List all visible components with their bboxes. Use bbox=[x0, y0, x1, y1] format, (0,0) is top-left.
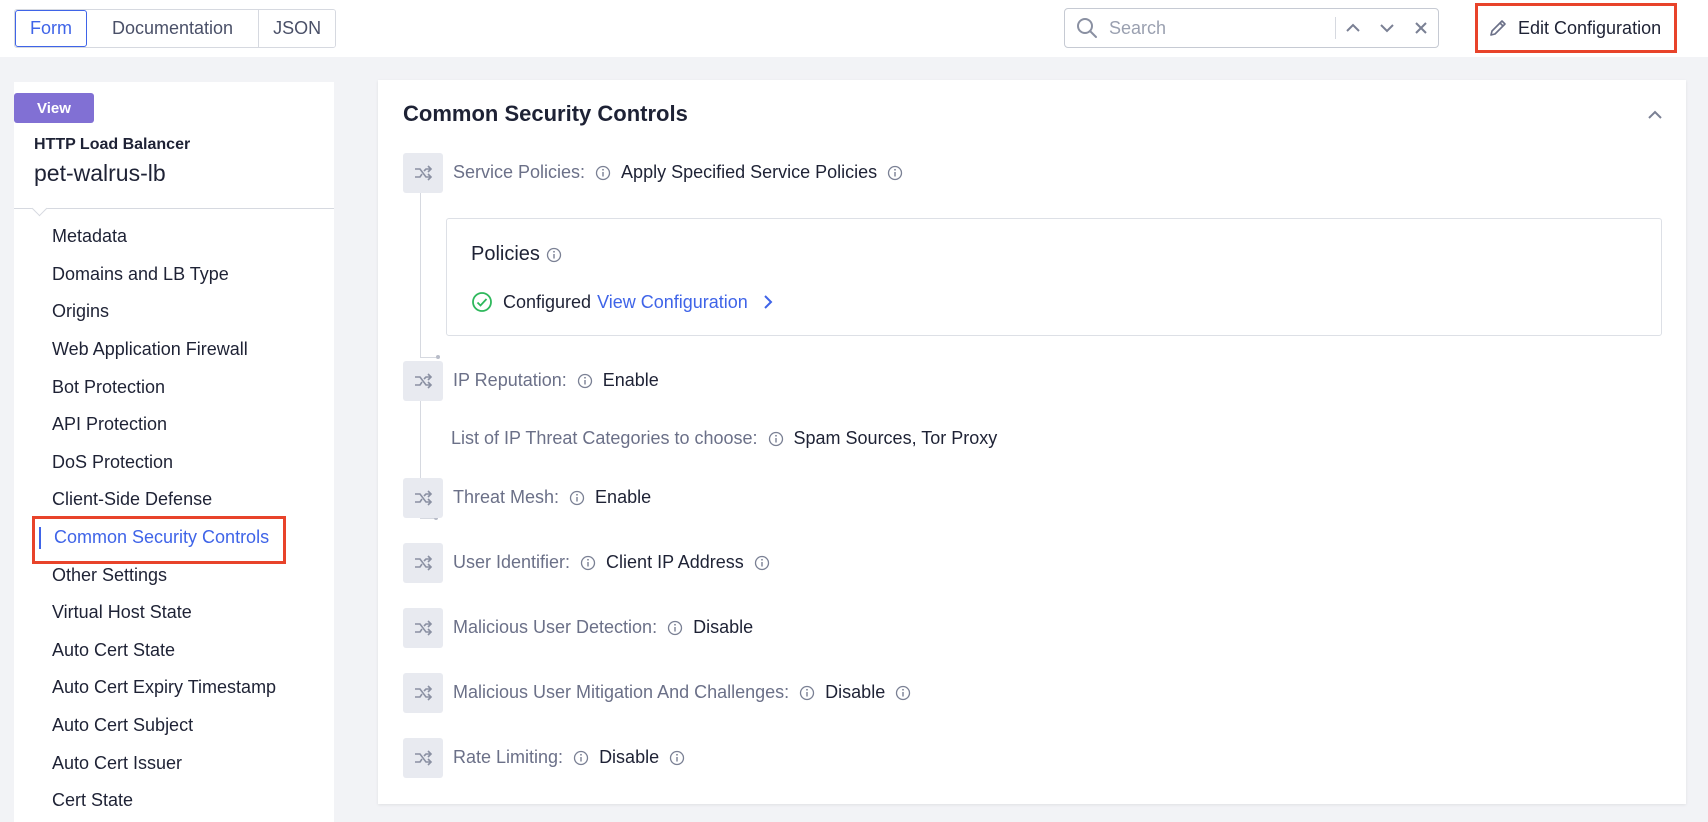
sidebar-item-auto-cert-subject[interactable]: Auto Cert Subject bbox=[14, 707, 334, 745]
sidebar-item-origins[interactable]: Origins bbox=[14, 293, 334, 331]
search-clear-button[interactable] bbox=[1404, 9, 1438, 47]
user-identifier-row: User Identifier: Client IP Address bbox=[453, 552, 770, 573]
policies-status-row: Configured View Configuration bbox=[471, 291, 774, 313]
ip-reputation-row: IP Reputation: Enable bbox=[453, 370, 659, 391]
sidebar-item-virtual-host-state[interactable]: Virtual Host State bbox=[14, 594, 334, 632]
sidebar-item-auto-cert-state[interactable]: Auto Cert State bbox=[14, 632, 334, 670]
policies-box: Policies Configured View Configuration bbox=[446, 218, 1662, 336]
user-identifier-value: Client IP Address bbox=[606, 552, 744, 572]
info-icon[interactable] bbox=[895, 685, 911, 701]
sidebar-item-auto-cert-expiry[interactable]: Auto Cert Expiry Timestamp bbox=[14, 669, 334, 707]
object-type: HTTP Load Balancer bbox=[34, 136, 191, 153]
chevron-up-icon[interactable] bbox=[1646, 106, 1664, 124]
search-next-button[interactable] bbox=[1370, 9, 1404, 47]
highlight-box bbox=[32, 515, 286, 564]
chevron-down-icon bbox=[1380, 24, 1394, 33]
view-configuration-link[interactable]: View Configuration bbox=[597, 292, 748, 313]
branch-icon bbox=[403, 738, 443, 778]
info-icon[interactable] bbox=[595, 165, 611, 181]
sidebar-item-waf[interactable]: Web Application Firewall bbox=[14, 331, 334, 369]
sidebar-notch bbox=[31, 200, 48, 217]
threat-mesh-row: Threat Mesh: Enable bbox=[453, 487, 651, 508]
chevron-right-icon[interactable] bbox=[762, 294, 774, 310]
policies-title-row: Policies bbox=[471, 243, 562, 266]
branch-icon bbox=[403, 673, 443, 713]
branch-icon bbox=[403, 153, 443, 193]
ip-reputation-value: Enable bbox=[602, 370, 659, 390]
object-name: pet-walrus-lb bbox=[34, 160, 166, 186]
info-icon[interactable] bbox=[667, 620, 683, 636]
search-input[interactable]: Search bbox=[1109, 18, 1335, 39]
sidebar-item-metadata[interactable]: Metadata bbox=[14, 218, 334, 256]
search-icon bbox=[1077, 18, 1097, 38]
ip-reputation-label: IP Reputation: bbox=[453, 370, 567, 390]
sidebar-item-domains[interactable]: Domains and LB Type bbox=[14, 256, 334, 294]
info-icon[interactable] bbox=[768, 431, 784, 447]
info-icon[interactable] bbox=[799, 685, 815, 701]
service-policies-value: Apply Specified Service Policies bbox=[621, 162, 878, 182]
user-identifier-label: User Identifier: bbox=[453, 552, 571, 572]
branch-icon bbox=[403, 361, 443, 401]
tab-documentation[interactable]: Documentation bbox=[87, 10, 260, 47]
chevron-up-icon bbox=[1346, 23, 1360, 32]
malicious-user-detection-row: Malicious User Detection: Disable bbox=[453, 617, 753, 638]
sidebar-item-bot-protection[interactable]: Bot Protection bbox=[14, 368, 334, 406]
top-bar: Form Documentation JSON Search Edit Conf… bbox=[0, 0, 1708, 57]
service-policies-row: Service Policies: Apply Specified Servic… bbox=[453, 162, 903, 183]
sidebar-item-dos-protection[interactable]: DoS Protection bbox=[14, 444, 334, 482]
check-circle-icon bbox=[472, 292, 492, 312]
active-indicator bbox=[39, 526, 41, 549]
search-box: Search bbox=[1064, 8, 1439, 48]
rate-limiting-row: Rate Limiting: Disable bbox=[453, 747, 685, 768]
view-mode-tabs: Form Documentation JSON bbox=[14, 9, 337, 48]
rate-limiting-label: Rate Limiting: bbox=[453, 747, 564, 767]
ip-threat-categories-row: List of IP Threat Categories to choose: … bbox=[451, 428, 997, 449]
info-icon[interactable] bbox=[546, 247, 562, 263]
sidebar-item-api-protection[interactable]: API Protection bbox=[14, 406, 334, 444]
ip-threat-categories-value: Spam Sources, Tor Proxy bbox=[793, 428, 998, 448]
info-icon[interactable] bbox=[669, 750, 685, 766]
malicious-user-detection-label: Malicious User Detection: bbox=[453, 617, 658, 637]
branch-icon bbox=[403, 478, 443, 518]
pencil-icon bbox=[1490, 20, 1506, 36]
info-icon[interactable] bbox=[754, 555, 770, 571]
sidebar-nav: Metadata Domains and LB Type Origins Web… bbox=[14, 218, 334, 820]
connector-line bbox=[420, 357, 436, 358]
connector-dot bbox=[436, 355, 440, 359]
rate-limiting-value: Disable bbox=[599, 747, 660, 767]
malicious-user-mitigation-row: Malicious User Mitigation And Challenges… bbox=[453, 682, 911, 703]
sidebar: View HTTP Load Balancer pet-walrus-lb Me… bbox=[14, 82, 334, 822]
sidebar-item-auto-cert-issuer[interactable]: Auto Cert Issuer bbox=[14, 744, 334, 782]
connector-line bbox=[420, 192, 421, 357]
section-title: Common Security Controls bbox=[403, 101, 688, 126]
sidebar-divider bbox=[14, 208, 334, 209]
view-badge: View bbox=[14, 93, 94, 123]
tab-json[interactable]: JSON bbox=[259, 10, 336, 47]
threat-mesh-label: Threat Mesh: bbox=[453, 487, 560, 507]
branch-icon bbox=[403, 543, 443, 583]
edit-configuration-button[interactable]: Edit Configuration bbox=[1475, 3, 1677, 53]
malicious-user-mitigation-value: Disable bbox=[825, 682, 886, 702]
tab-form[interactable]: Form bbox=[15, 10, 87, 47]
malicious-user-mitigation-label: Malicious User Mitigation And Challenges… bbox=[453, 682, 790, 702]
branch-icon bbox=[403, 608, 443, 648]
info-icon[interactable] bbox=[577, 373, 593, 389]
ip-threat-categories-label: List of IP Threat Categories to choose: bbox=[451, 428, 758, 448]
close-icon bbox=[1415, 22, 1427, 34]
sidebar-item-common-security-controls[interactable]: Common Security Controls bbox=[14, 515, 334, 564]
info-icon[interactable] bbox=[573, 750, 589, 766]
common-security-controls-card: Common Security Controls Service Policie… bbox=[378, 80, 1686, 804]
malicious-user-detection-value: Disable bbox=[693, 617, 754, 637]
service-policies-label: Service Policies: bbox=[453, 162, 586, 182]
info-icon[interactable] bbox=[887, 165, 903, 181]
policies-status: Configured bbox=[503, 291, 592, 312]
info-icon[interactable] bbox=[580, 555, 596, 571]
edit-configuration-label: Edit Configuration bbox=[1518, 17, 1662, 38]
sidebar-item-cert-state[interactable]: Cert State bbox=[14, 782, 334, 820]
info-icon[interactable] bbox=[569, 490, 585, 506]
threat-mesh-value: Enable bbox=[595, 487, 652, 507]
policies-title: Policies bbox=[471, 243, 540, 265]
search-previous-button[interactable] bbox=[1336, 9, 1370, 47]
sidebar-item-client-side-defense[interactable]: Client-Side Defense bbox=[14, 481, 334, 519]
